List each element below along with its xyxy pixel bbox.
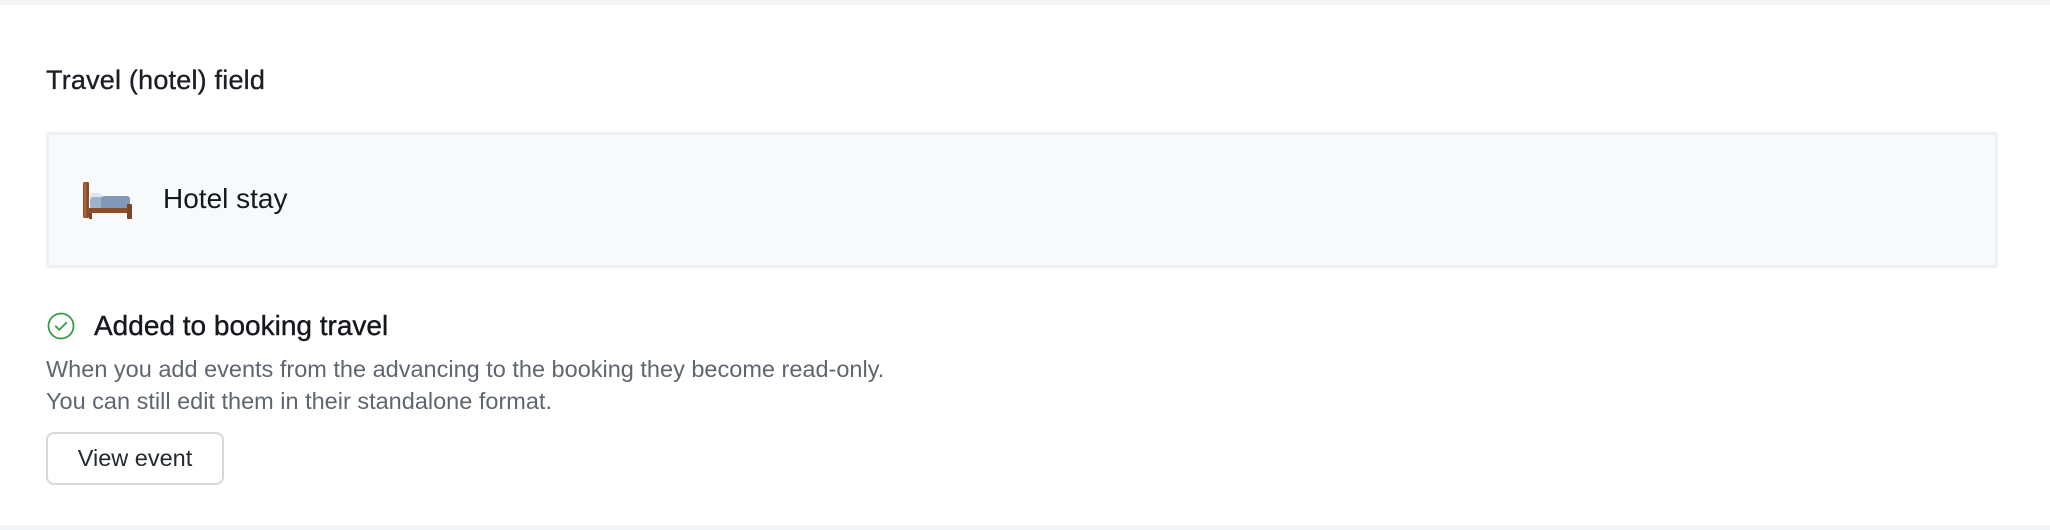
view-event-button[interactable]: View event xyxy=(46,432,224,485)
status-row: Added to booking travel xyxy=(46,308,388,344)
status-title: Added to booking travel xyxy=(94,310,389,341)
description-line: You can still edit them in their standal… xyxy=(46,388,552,414)
field-label: Hotel stay xyxy=(163,183,288,214)
description-line: When you add events from the advancing t… xyxy=(46,356,885,382)
check-circle-icon xyxy=(46,311,76,341)
bed-icon xyxy=(81,180,133,220)
status-description: When you add events from the advancing t… xyxy=(46,353,884,417)
hotel-field-box: Hotel stay xyxy=(46,132,1998,268)
section-title: Travel (hotel) field xyxy=(46,65,266,95)
travel-hotel-card: Travel (hotel) field Hotel stay Added to… xyxy=(0,5,2050,525)
